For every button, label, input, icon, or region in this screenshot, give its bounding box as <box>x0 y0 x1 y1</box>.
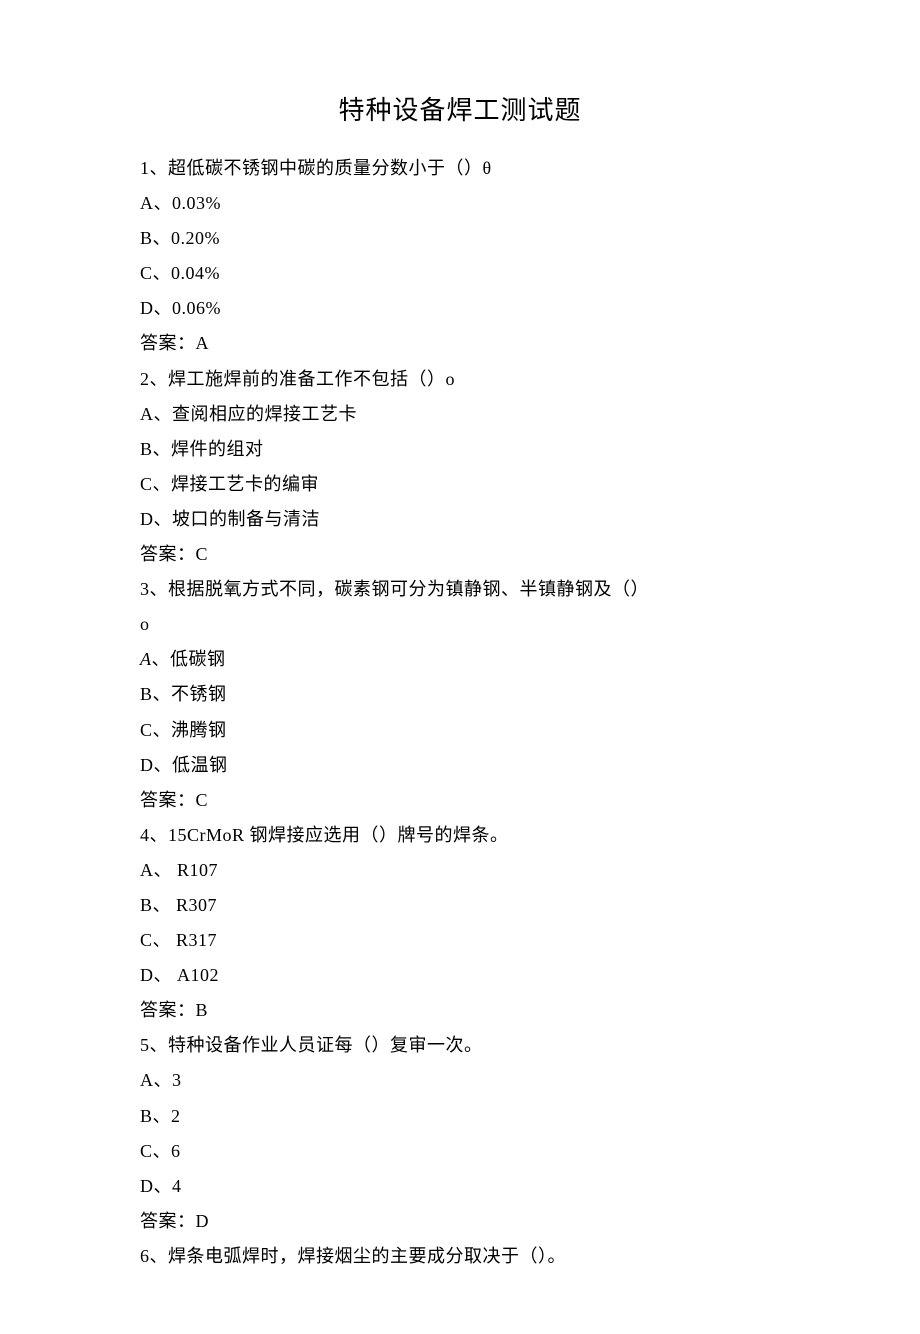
option-label-italic: A <box>140 649 152 669</box>
question-option: D、 A102 <box>140 958 780 993</box>
question-stem: 4、15CrMoR 钢焊接应选用（）牌号的焊条。 <box>140 818 780 853</box>
question-option: B、不锈钢 <box>140 677 780 712</box>
question-option: B、焊件的组对 <box>140 432 780 467</box>
question-answer: 答案：C <box>140 783 780 818</box>
question-option: C、沸腾钢 <box>140 713 780 748</box>
question-option: D、0.06% <box>140 291 780 326</box>
question-stem: 5、特种设备作业人员证每（）复审一次。 <box>140 1028 780 1063</box>
question-answer: 答案：B <box>140 993 780 1028</box>
question-stem: 2、焊工施焊前的准备工作不包括（）o <box>140 362 780 397</box>
question-answer: 答案：C <box>140 537 780 572</box>
question-option: B、 R307 <box>140 888 780 923</box>
question-option: B、2 <box>140 1099 780 1134</box>
question-option: C、6 <box>140 1134 780 1169</box>
question-option: C、 R317 <box>140 923 780 958</box>
question-stem: 1、超低碳不锈钢中碳的质量分数小于（）θ <box>140 151 780 186</box>
question-stem-cont: o <box>140 607 780 642</box>
question-answer: 答案：D <box>140 1204 780 1239</box>
option-rest: 、低碳钢 <box>152 649 226 669</box>
question-option: D、坡口的制备与清洁 <box>140 502 780 537</box>
question-option: A、查阅相应的焊接工艺卡 <box>140 397 780 432</box>
question-option: D、4 <box>140 1169 780 1204</box>
document-page: 特种设备焊工测试题 1、超低碳不锈钢中碳的质量分数小于（）θ A、0.03% B… <box>0 0 920 1334</box>
question-option: A、3 <box>140 1063 780 1098</box>
question-option: A、低碳钢 <box>140 642 780 677</box>
document-title: 特种设备焊工测试题 <box>140 90 780 127</box>
question-option: A、 R107 <box>140 853 780 888</box>
question-stem: 6、焊条电弧焊时，焊接烟尘的主要成分取决于（）。 <box>140 1239 780 1274</box>
question-option: B、0.20% <box>140 221 780 256</box>
question-answer: 答案：A <box>140 326 780 361</box>
question-option: C、焊接工艺卡的编审 <box>140 467 780 502</box>
question-stem: 3、根据脱氧方式不同，碳素钢可分为镇静钢、半镇静钢及（） <box>140 572 780 607</box>
question-option: A、0.03% <box>140 186 780 221</box>
question-option: C、0.04% <box>140 256 780 291</box>
question-option: D、低温钢 <box>140 748 780 783</box>
